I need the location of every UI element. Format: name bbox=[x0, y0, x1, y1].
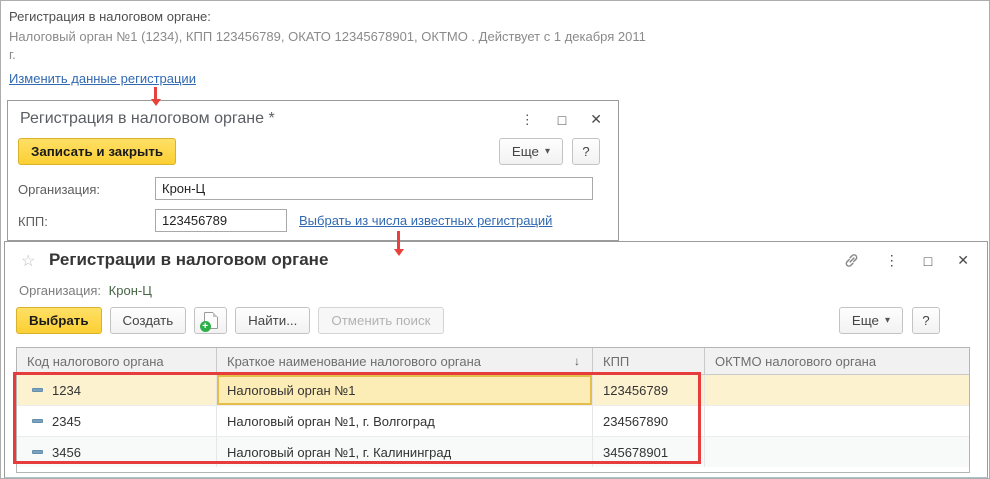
more-button-label: Еще bbox=[511, 144, 539, 159]
registration-info-description: Налоговый орган №1 (1234), КПП 123456789… bbox=[9, 29, 646, 62]
cell-oktmo[interactable] bbox=[705, 406, 969, 436]
cell-oktmo[interactable] bbox=[705, 437, 969, 467]
select-button[interactable]: Выбрать bbox=[16, 307, 102, 334]
favorite-star-icon[interactable]: ☆ bbox=[21, 251, 35, 271]
cell-kpp[interactable]: 345678901 bbox=[593, 437, 705, 467]
menu-dots-icon[interactable]: ⋮ bbox=[885, 252, 899, 269]
new-folder-icon: + bbox=[199, 312, 218, 332]
cell-code[interactable]: 2345 bbox=[17, 406, 217, 436]
list-item-marker-icon bbox=[32, 388, 43, 392]
column-header-name[interactable]: Краткое наименование налогового органа ↓ bbox=[217, 348, 593, 374]
close-icon[interactable]: ✕ bbox=[590, 111, 602, 128]
maximize-icon[interactable]: □ bbox=[558, 112, 566, 128]
window-title: Регистрации в налоговом органе bbox=[49, 250, 329, 269]
column-header-code[interactable]: Код налогового органа bbox=[17, 348, 217, 374]
cell-name-active[interactable]: Налоговый орган №1 bbox=[217, 375, 593, 405]
menu-dots-icon[interactable]: ⋮ bbox=[521, 112, 534, 128]
organization-filter-value[interactable]: Крон-Ц bbox=[109, 283, 152, 298]
more-button[interactable]: Еще ▾ bbox=[498, 138, 563, 165]
cell-name[interactable]: Налоговый орган №1, г. Калининград bbox=[217, 437, 593, 467]
registrations-table: Код налогового органа Краткое наименован… bbox=[16, 347, 970, 473]
choose-from-known-registrations-link[interactable]: Выбрать из числа известных регистраций bbox=[299, 213, 552, 228]
kpp-field[interactable] bbox=[155, 209, 287, 232]
create-group-button[interactable]: + bbox=[194, 307, 228, 334]
screenshot-root: Регистрация в налоговом органе: Налоговы… bbox=[0, 0, 990, 479]
column-header-kpp[interactable]: КПП bbox=[593, 348, 705, 374]
list-item-marker-icon bbox=[32, 450, 43, 454]
table-row[interactable]: 1234 Налоговый орган №1 123456789 bbox=[17, 374, 969, 405]
sort-descending-icon: ↓ bbox=[574, 354, 580, 368]
organization-label: Организация: bbox=[18, 182, 101, 197]
cell-code[interactable]: 1234 bbox=[17, 375, 217, 405]
copy-link-icon[interactable] bbox=[843, 252, 860, 269]
active-cell[interactable]: Налоговый орган №1 bbox=[217, 375, 592, 405]
organization-filter-label: Организация: bbox=[19, 283, 102, 298]
organization-field[interactable] bbox=[155, 177, 593, 200]
list-item-marker-icon bbox=[32, 419, 43, 423]
cancel-search-button: Отменить поиск bbox=[318, 307, 444, 334]
cell-oktmo[interactable] bbox=[705, 375, 969, 405]
cell-name[interactable]: Налоговый орган №1, г. Волгоград bbox=[217, 406, 593, 436]
help-button[interactable]: ? bbox=[572, 138, 600, 165]
registration-info-heading: Регистрация в налоговом органе: bbox=[9, 9, 211, 24]
tax-registration-dialog: Регистрация в налоговом органе * ⋮ □ ✕ З… bbox=[7, 100, 619, 241]
dialog-title: Регистрация в налоговом органе * bbox=[20, 110, 275, 127]
chevron-down-icon: ▾ bbox=[544, 146, 550, 157]
help-button[interactable]: ? bbox=[912, 307, 940, 334]
cell-kpp[interactable]: 234567890 bbox=[593, 406, 705, 436]
more-button[interactable]: Еще ▾ bbox=[838, 307, 903, 334]
chevron-down-icon: ▾ bbox=[884, 315, 890, 326]
column-header-oktmo[interactable]: ОКТМО налогового органа bbox=[705, 348, 969, 374]
change-registration-link[interactable]: Изменить данные регистрации bbox=[9, 71, 196, 86]
more-button-label: Еще bbox=[851, 313, 879, 328]
table-row[interactable]: 2345 Налоговый орган №1, г. Волгоград 23… bbox=[17, 405, 969, 436]
maximize-icon[interactable]: □ bbox=[924, 253, 932, 269]
cell-kpp[interactable]: 123456789 bbox=[593, 375, 705, 405]
kpp-label: КПП: bbox=[18, 214, 48, 229]
column-header-name-label: Краткое наименование налогового органа bbox=[227, 353, 482, 369]
find-button[interactable]: Найти... bbox=[235, 307, 311, 334]
save-and-close-button[interactable]: Записать и закрыть bbox=[18, 138, 177, 165]
tax-registrations-list-window: ☆ Регистрации в налоговом органе ⋮ □ ✕ О… bbox=[4, 241, 988, 478]
table-row[interactable]: 3456 Налоговый орган №1, г. Калининград … bbox=[17, 436, 969, 467]
cell-code[interactable]: 3456 bbox=[17, 437, 217, 467]
table-header-row: Код налогового органа Краткое наименован… bbox=[17, 348, 969, 374]
create-button[interactable]: Создать bbox=[109, 307, 187, 334]
close-icon[interactable]: ✕ bbox=[957, 252, 969, 269]
